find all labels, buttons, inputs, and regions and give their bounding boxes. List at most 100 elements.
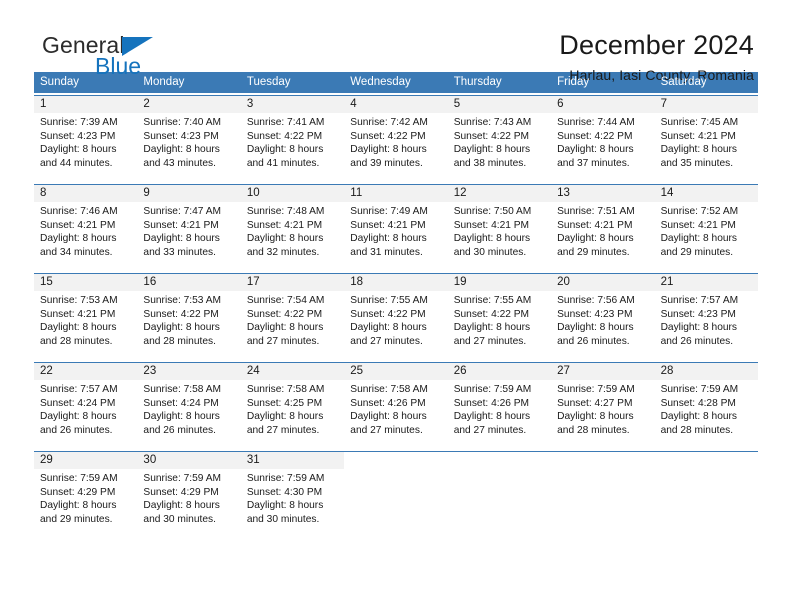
calendar-day-cell-25[interactable]: 25 Sunrise: 7:58 AM Sunset: 4:26 PM Dayl… (344, 363, 448, 446)
sunset-text: Sunset: 4:26 PM (350, 397, 426, 409)
daylight-text-line1: Daylight: 8 hours (246, 144, 324, 156)
day-number: 9 (137, 185, 241, 202)
calendar-day-cell-19[interactable]: 19 Sunrise: 7:55 AM Sunset: 4:22 PM Dayl… (447, 274, 552, 357)
calendar-day-cell-12[interactable]: 12 Sunrise: 7:50 AM Sunset: 4:21 PM Dayl… (447, 185, 552, 268)
calendar-day-cell-31[interactable]: 31 Sunrise: 7:59 AM Sunset: 4:30 PM Dayl… (240, 452, 345, 535)
calendar-day-cell-7[interactable]: 7 Sunrise: 7:45 AM Sunset: 4:21 PM Dayli… (654, 96, 758, 179)
calendar-day-cell-26[interactable]: 26 Sunrise: 7:59 AM Sunset: 4:26 PM Dayl… (447, 363, 552, 446)
daylight-text-line2: and 29 minutes. (660, 246, 734, 258)
calendar-day-cell-17[interactable]: 17 Sunrise: 7:54 AM Sunset: 4:22 PM Dayl… (240, 274, 345, 357)
sunset-text: Sunset: 4:24 PM (143, 397, 219, 409)
calendar-day-cell-3[interactable]: 3 Sunrise: 7:41 AM Sunset: 4:22 PM Dayli… (240, 96, 345, 179)
daylight-text-line1: Daylight: 8 hours (557, 411, 634, 423)
brand-word-blue: Blue (95, 53, 142, 79)
sunrise-text: Sunrise: 7:40 AM (143, 117, 222, 128)
sunrise-text: Sunrise: 7:49 AM (350, 206, 428, 217)
calendar-week-row-2: 8 Sunrise: 7:46 AM Sunset: 4:21 PM Dayli… (34, 184, 758, 268)
calendar-day-cell-4[interactable]: 4 Sunrise: 7:42 AM Sunset: 4:22 PM Dayli… (344, 96, 448, 179)
daylight-text-line1: Daylight: 8 hours (246, 500, 324, 512)
daylight-text-line2: and 27 minutes. (453, 335, 527, 347)
daylight-text-line1: Daylight: 8 hours (453, 322, 531, 334)
sunset-text: Sunset: 4:28 PM (660, 397, 736, 409)
calendar-day-cell-20[interactable]: 20 Sunrise: 7:56 AM Sunset: 4:23 PM Dayl… (551, 274, 655, 357)
day-details: Sunrise: 7:40 AM Sunset: 4:23 PM Dayligh… (137, 113, 240, 170)
weekday-header-tuesday: Tuesday (246, 76, 291, 88)
calendar-day-cell-9[interactable]: 9 Sunrise: 7:47 AM Sunset: 4:21 PM Dayli… (137, 185, 241, 268)
sunrise-text: Sunrise: 7:59 AM (246, 473, 325, 484)
calendar-day-cell-27[interactable]: 27 Sunrise: 7:59 AM Sunset: 4:27 PM Dayl… (551, 363, 655, 446)
day-number (654, 452, 758, 469)
calendar-day-cell-16[interactable]: 16 Sunrise: 7:53 AM Sunset: 4:22 PM Dayl… (137, 274, 241, 357)
daylight-text-line1: Daylight: 8 hours (40, 322, 117, 334)
calendar-day-cell-8[interactable]: 8 Sunrise: 7:46 AM Sunset: 4:21 PM Dayli… (34, 185, 138, 268)
calendar-day-cell-10[interactable]: 10 Sunrise: 7:48 AM Sunset: 4:21 PM Dayl… (240, 185, 345, 268)
daylight-text-line2: and 33 minutes. (143, 246, 216, 258)
sunrise-text: Sunrise: 7:39 AM (40, 117, 118, 128)
calendar-day-cell-29[interactable]: 29 Sunrise: 7:59 AM Sunset: 4:29 PM Dayl… (34, 452, 138, 535)
daylight-text-line2: and 30 minutes. (143, 513, 216, 525)
daylight-text-line2: and 26 minutes. (143, 424, 216, 436)
sunset-text: Sunset: 4:23 PM (40, 130, 116, 142)
weekday-header-thursday: Thursday (453, 76, 502, 88)
sunrise-text: Sunrise: 7:51 AM (557, 206, 635, 217)
sunrise-text: Sunrise: 7:58 AM (246, 384, 325, 395)
sunrise-text: Sunrise: 7:53 AM (40, 295, 118, 306)
day-number: 15 (34, 274, 138, 291)
sunrise-text: Sunrise: 7:59 AM (143, 473, 222, 484)
calendar-day-cell-empty (447, 452, 552, 535)
calendar-day-cell-5[interactable]: 5 Sunrise: 7:43 AM Sunset: 4:22 PM Dayli… (447, 96, 552, 179)
calendar-day-cell-28[interactable]: 28 Sunrise: 7:59 AM Sunset: 4:28 PM Dayl… (654, 363, 758, 446)
day-number: 31 (240, 452, 345, 469)
calendar-day-cell-13[interactable]: 13 Sunrise: 7:51 AM Sunset: 4:21 PM Dayl… (551, 185, 655, 268)
sunset-text: Sunset: 4:22 PM (246, 130, 323, 142)
calendar-day-cell-22[interactable]: 22 Sunrise: 7:57 AM Sunset: 4:24 PM Dayl… (34, 363, 138, 446)
day-number: 6 (551, 96, 655, 113)
calendar-day-cell-24[interactable]: 24 Sunrise: 7:58 AM Sunset: 4:25 PM Dayl… (240, 363, 345, 446)
daylight-text-line2: and 29 minutes. (557, 246, 630, 258)
sunrise-text: Sunrise: 7:59 AM (557, 384, 635, 395)
calendar-day-cell-14[interactable]: 14 Sunrise: 7:52 AM Sunset: 4:21 PM Dayl… (654, 185, 758, 268)
sunrise-text: Sunrise: 7:54 AM (246, 295, 325, 306)
day-number: 23 (137, 363, 241, 380)
sunrise-text: Sunrise: 7:52 AM (660, 206, 739, 217)
day-number: 7 (654, 96, 758, 113)
day-details (448, 469, 551, 472)
calendar-day-cell-2[interactable]: 2 Sunrise: 7:40 AM Sunset: 4:23 PM Dayli… (137, 96, 241, 179)
daylight-text-line1: Daylight: 8 hours (246, 322, 324, 334)
calendar-day-cell-23[interactable]: 23 Sunrise: 7:58 AM Sunset: 4:24 PM Dayl… (137, 363, 241, 446)
calendar-day-cell-30[interactable]: 30 Sunrise: 7:59 AM Sunset: 4:29 PM Dayl… (137, 452, 241, 535)
daylight-text-line1: Daylight: 8 hours (453, 233, 531, 245)
day-details: Sunrise: 7:53 AM Sunset: 4:22 PM Dayligh… (137, 291, 240, 348)
calendar-day-cell-6[interactable]: 6 Sunrise: 7:44 AM Sunset: 4:22 PM Dayli… (551, 96, 655, 179)
sunrise-text: Sunrise: 7:58 AM (143, 384, 222, 395)
day-details: Sunrise: 7:39 AM Sunset: 4:23 PM Dayligh… (34, 113, 137, 170)
sunset-text: Sunset: 4:21 PM (453, 219, 530, 231)
sunset-text: Sunset: 4:26 PM (453, 397, 530, 409)
daylight-text-line1: Daylight: 8 hours (40, 411, 117, 423)
brand-logo[interactable]: General Blue (34, 30, 204, 78)
day-details: Sunrise: 7:47 AM Sunset: 4:21 PM Dayligh… (137, 202, 240, 259)
day-number: 20 (551, 274, 655, 291)
day-details: Sunrise: 7:54 AM Sunset: 4:22 PM Dayligh… (241, 291, 344, 348)
calendar-day-cell-18[interactable]: 18 Sunrise: 7:55 AM Sunset: 4:22 PM Dayl… (344, 274, 448, 357)
sunrise-text: Sunrise: 7:44 AM (557, 117, 635, 128)
sunrise-text: Sunrise: 7:46 AM (40, 206, 118, 217)
day-details: Sunrise: 7:56 AM Sunset: 4:23 PM Dayligh… (551, 291, 654, 348)
day-number (344, 452, 448, 469)
calendar-day-cell-1[interactable]: 1 Sunrise: 7:39 AM Sunset: 4:23 PM Dayli… (34, 96, 138, 179)
daylight-text-line2: and 27 minutes. (350, 424, 423, 436)
sunrise-text: Sunrise: 7:57 AM (660, 295, 739, 306)
sunset-text: Sunset: 4:25 PM (246, 397, 323, 409)
calendar-day-cell-21[interactable]: 21 Sunrise: 7:57 AM Sunset: 4:23 PM Dayl… (654, 274, 758, 357)
day-number: 22 (34, 363, 138, 380)
day-number (447, 452, 552, 469)
day-details: Sunrise: 7:43 AM Sunset: 4:22 PM Dayligh… (448, 113, 551, 170)
day-number: 28 (654, 363, 758, 380)
day-details: Sunrise: 7:50 AM Sunset: 4:21 PM Dayligh… (448, 202, 551, 259)
sunset-text: Sunset: 4:22 PM (557, 130, 633, 142)
sunset-text: Sunset: 4:24 PM (40, 397, 116, 409)
daylight-text-line1: Daylight: 8 hours (350, 144, 427, 156)
calendar-day-cell-11[interactable]: 11 Sunrise: 7:49 AM Sunset: 4:21 PM Dayl… (344, 185, 448, 268)
calendar-day-cell-15[interactable]: 15 Sunrise: 7:53 AM Sunset: 4:21 PM Dayl… (34, 274, 138, 357)
day-details: Sunrise: 7:49 AM Sunset: 4:21 PM Dayligh… (344, 202, 447, 259)
